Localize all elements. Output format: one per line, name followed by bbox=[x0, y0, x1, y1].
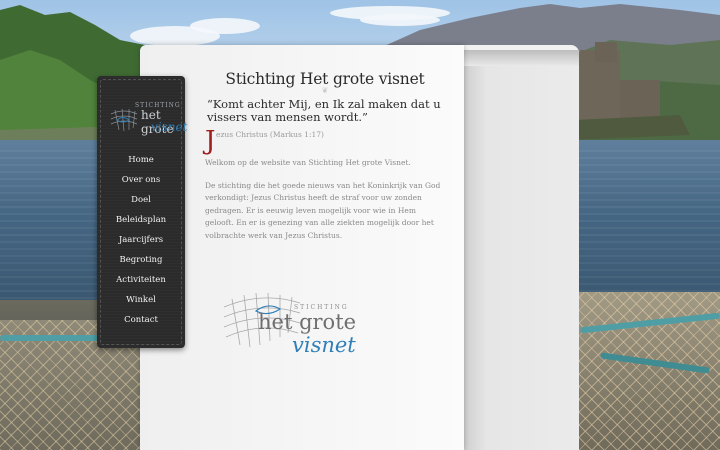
fishing-net-icon bbox=[110, 108, 138, 132]
welcome-paragraph: Welkom op de website van Stichting Het g… bbox=[205, 158, 411, 167]
nav-item-contact[interactable]: Contact bbox=[97, 310, 185, 330]
nav-item-home[interactable]: Home bbox=[97, 150, 185, 170]
nav-item-begroting[interactable]: Begroting bbox=[97, 250, 185, 270]
nav-item-activiteiten[interactable]: Activiteiten bbox=[97, 270, 185, 290]
main-content: Stichting Het grote visnet ❦ “Komt achte… bbox=[205, 70, 445, 242]
cloud bbox=[190, 18, 260, 34]
logo-visnet: visnet bbox=[151, 120, 188, 134]
nav-item-jaarcijfers[interactable]: Jaarcijfers bbox=[97, 230, 185, 250]
nav-logo[interactable]: STICHTING het grote visnet bbox=[107, 102, 187, 142]
large-logo: STICHTING het grote visnet bbox=[222, 287, 362, 359]
ornament-divider: ❦ bbox=[321, 86, 329, 95]
logo-visnet: visnet bbox=[292, 333, 356, 357]
quote-attribution: J ezus Christus (Markus 1:17) bbox=[205, 128, 445, 154]
logo-het-grote: het grote bbox=[258, 310, 357, 334]
mission-paragraph: De stichting die het goede nieuws van he… bbox=[205, 180, 441, 240]
dropcap: J bbox=[205, 126, 216, 156]
page-fold bbox=[464, 50, 579, 66]
nav-item-winkel[interactable]: Winkel bbox=[97, 290, 185, 310]
nav-menu: Home Over ons Doel Beleidsplan Jaarcijfe… bbox=[97, 150, 185, 330]
attribution-text: ezus Christus (Markus 1:17) bbox=[216, 130, 324, 139]
page-side-panel bbox=[464, 50, 579, 450]
nav-item-over-ons[interactable]: Over ons bbox=[97, 170, 185, 190]
nav-item-beleidsplan[interactable]: Beleidsplan bbox=[97, 210, 185, 230]
main-navigation: STICHTING het grote visnet Home Over ons… bbox=[97, 76, 187, 348]
nav-item-doel[interactable]: Doel bbox=[97, 190, 185, 210]
bible-quote: “Komt achter Mij, en Ik zal maken dat u … bbox=[207, 97, 441, 124]
